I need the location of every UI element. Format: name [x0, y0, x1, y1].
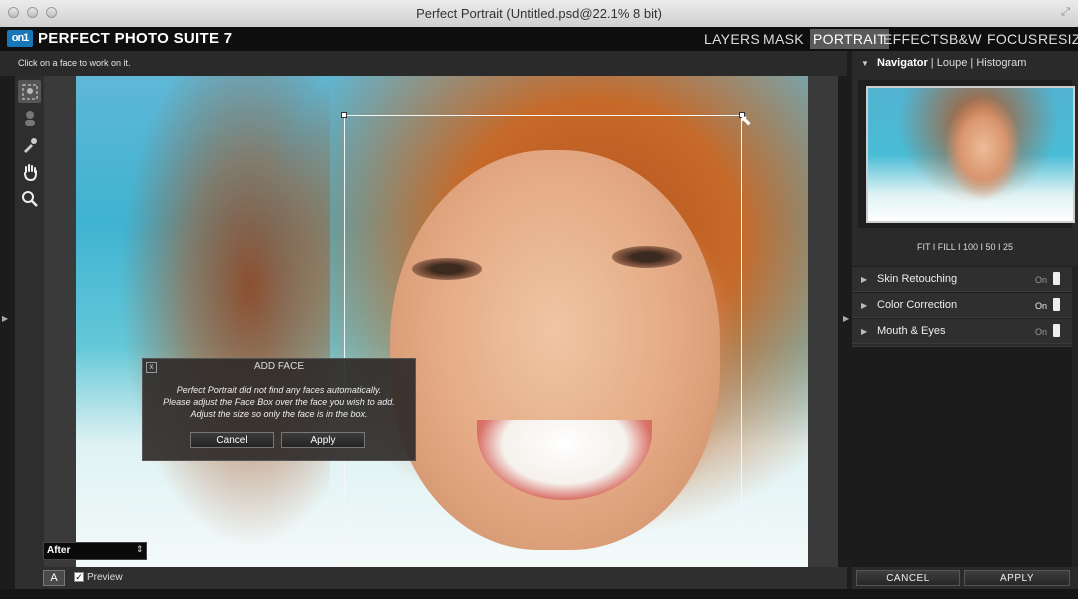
face-box-handle-tl[interactable]: [341, 112, 347, 118]
tab-portrait[interactable]: PORTRAIT: [810, 29, 889, 49]
navigator-tabs: Navigator | Loupe | Histogram: [877, 57, 1026, 69]
navigator-expand-icon[interactable]: ▼: [861, 59, 869, 68]
tab-bw[interactable]: B&W: [946, 29, 985, 49]
adjustments-empty-area: [852, 346, 1072, 568]
expand-icon[interactable]: ▶: [861, 301, 867, 310]
app-logo: on1: [7, 30, 33, 47]
dialog-message-line-1: Perfect Portrait did not find any faces …: [176, 385, 382, 395]
dialog-title: ADD FACE: [253, 361, 304, 372]
navigator-thumbnail[interactable]: [866, 86, 1075, 223]
view-mode-value: After: [47, 545, 71, 556]
preview-label: Preview: [87, 572, 123, 583]
adjustment-toggle[interactable]: [1053, 272, 1060, 285]
collapse-left-icon[interactable]: ▶: [2, 314, 8, 323]
hint-text: Click on a face to work on it.: [18, 58, 131, 68]
window-bottom-edge: [0, 589, 1078, 599]
zoom-tool[interactable]: [18, 187, 41, 210]
eyedropper-tool[interactable]: [18, 133, 41, 156]
preview-checkbox[interactable]: ✓: [74, 572, 84, 582]
panel-apply-button[interactable]: APPLY: [964, 570, 1070, 586]
fullscreen-icon[interactable]: ⤢: [1061, 6, 1070, 19]
dialog-message-line-2: Please adjust the Face Box over the face…: [163, 397, 395, 407]
app-name: PERFECT PHOTO SUITE 7: [38, 30, 233, 47]
panel-scrollbar[interactable]: [1072, 266, 1078, 567]
tab-focus[interactable]: FOCUS: [984, 29, 1041, 49]
canvas-bottom-bar: [15, 567, 847, 589]
zoom-icon: [21, 190, 38, 207]
panel-cancel-button[interactable]: CANCEL: [856, 570, 960, 586]
tab-layers[interactable]: LAYERS: [701, 29, 763, 49]
compare-a-button[interactable]: A: [43, 570, 65, 586]
expand-icon[interactable]: ▶: [861, 275, 867, 284]
zoom-options[interactable]: FIT I FILL I 100 I 50 I 25: [852, 242, 1078, 252]
photo-hair-shadow: [100, 76, 330, 567]
person-icon: [24, 110, 35, 126]
person-tool[interactable]: [18, 106, 41, 129]
hand-tool[interactable]: [18, 160, 41, 183]
adjustment-label: Color Correction: [877, 299, 958, 311]
tab-separator: |: [927, 57, 937, 69]
collapse-right-icon[interactable]: ▶: [843, 314, 849, 323]
tab-separator: |: [967, 57, 977, 69]
hand-icon: [23, 163, 37, 181]
expand-icon[interactable]: ▶: [861, 327, 867, 336]
face-box[interactable]: [344, 115, 742, 567]
tab-loupe[interactable]: Loupe: [937, 57, 968, 69]
dialog-message-line-3: Adjust the size so only the face is in t…: [190, 409, 368, 419]
tab-resize[interactable]: RESIZE: [1035, 29, 1078, 49]
face-select-icon: [22, 84, 37, 99]
tab-effects[interactable]: EFFECTS: [880, 29, 952, 49]
tab-histogram[interactable]: Histogram: [976, 57, 1026, 69]
adjustment-state: On: [1035, 301, 1048, 311]
adjustment-toggle[interactable]: [1053, 298, 1060, 311]
resize-cursor-icon: ⬉: [740, 112, 752, 128]
dialog-apply-button[interactable]: Apply: [281, 432, 365, 448]
tab-navigator[interactable]: Navigator: [877, 57, 928, 69]
window-title: Perfect Portrait (Untitled.psd@22.1% 8 b…: [416, 6, 662, 21]
adjustment-label: Mouth & Eyes: [877, 325, 946, 337]
face-select-tool[interactable]: [18, 80, 41, 103]
dialog-cancel-button[interactable]: Cancel: [190, 432, 274, 448]
select-arrow-icon: ⇕: [136, 544, 144, 554]
eyedropper-icon: [23, 137, 37, 153]
adjustment-state: On: [1035, 327, 1048, 337]
adjustment-toggle[interactable]: [1053, 324, 1060, 337]
adjustment-label: Skin Retouching: [877, 273, 958, 285]
tab-mask[interactable]: MASK: [760, 29, 807, 49]
adjustment-state: On: [1035, 275, 1048, 285]
